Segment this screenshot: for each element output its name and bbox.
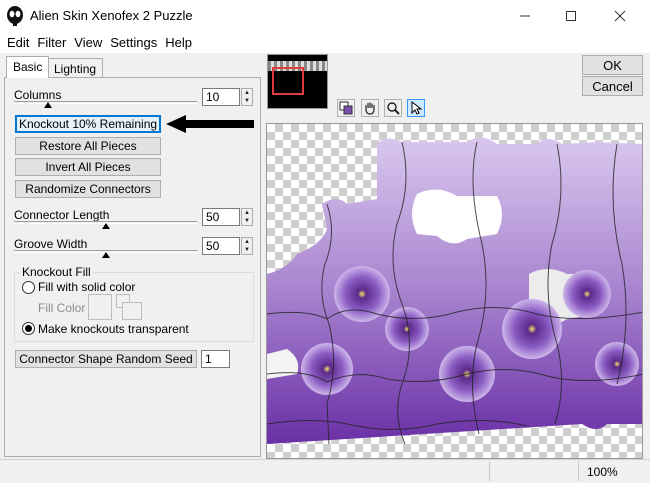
menu-edit[interactable]: Edit: [3, 35, 33, 50]
tab-basic[interactable]: Basic: [6, 56, 50, 78]
fill-solid-label[interactable]: Fill with solid color: [38, 280, 135, 294]
puzzle-preview-canvas[interactable]: [266, 123, 643, 459]
menu-filter[interactable]: Filter: [33, 35, 70, 50]
tab-lighting[interactable]: Lighting: [47, 58, 104, 78]
connector-length-input[interactable]: 50: [202, 208, 240, 226]
minimize-button[interactable]: [502, 0, 548, 32]
window-title: Alien Skin Xenofex 2 Puzzle: [30, 8, 193, 23]
connector-length-spinner[interactable]: ▲ ▼: [241, 208, 253, 226]
cancel-button[interactable]: Cancel: [582, 76, 643, 96]
ok-button[interactable]: OK: [582, 55, 643, 75]
minimize-icon: [520, 15, 530, 17]
alien-skin-logo-icon: [7, 6, 23, 26]
transparent-radio[interactable]: [22, 322, 35, 335]
connector-length-label: Connector Length: [14, 208, 110, 222]
status-divider-2: [578, 461, 579, 481]
preview-toggle-tool[interactable]: [337, 99, 355, 117]
thumbnail-navigator[interactable]: [267, 54, 328, 109]
groove-width-input[interactable]: 50: [202, 237, 240, 255]
title-bar: Alien Skin Xenofex 2 Puzzle: [0, 0, 650, 32]
columns-spinner[interactable]: ▲ ▼: [241, 88, 253, 106]
compare-icon: [339, 101, 353, 115]
status-divider: [489, 461, 490, 481]
random-seed-button[interactable]: Connector Shape Random Seed: [15, 350, 197, 368]
invert-all-button[interactable]: Invert All Pieces: [15, 158, 161, 176]
menu-help[interactable]: Help: [161, 35, 196, 50]
transparent-label[interactable]: Make knockouts transparent: [38, 322, 189, 336]
menu-settings[interactable]: Settings: [106, 35, 161, 50]
magnifier-icon: [387, 102, 400, 115]
columns-slider-track[interactable]: [14, 101, 197, 104]
viewport-rectangle[interactable]: [272, 67, 304, 95]
groove-width-spinner[interactable]: ▲ ▼: [241, 237, 253, 255]
connector-length-slider-thumb[interactable]: [102, 223, 110, 229]
zoom-level: 100%: [587, 465, 618, 479]
pointer-tool[interactable]: [407, 99, 425, 117]
hand-icon: [365, 102, 375, 115]
fill-color-swatch[interactable]: [88, 294, 112, 320]
columns-input[interactable]: 10: [202, 88, 240, 106]
knockout-fill-title: Knockout Fill: [20, 265, 93, 279]
groove-width-label: Groove Width: [14, 237, 88, 251]
status-bar: [0, 459, 650, 483]
menu-bar: Edit Filter View Settings Help: [0, 32, 650, 53]
fill-solid-radio[interactable]: [22, 281, 35, 294]
randomize-connectors-button[interactable]: Randomize Connectors: [15, 180, 161, 198]
fill-color-label: Fill Color: [38, 301, 86, 315]
knockout-button[interactable]: Knockout 10% Remaining: [15, 115, 161, 133]
groove-width-slider-thumb[interactable]: [102, 252, 110, 258]
maximize-icon: [566, 11, 576, 21]
menu-view[interactable]: View: [70, 35, 106, 50]
seed-input[interactable]: 1: [201, 350, 230, 368]
hand-tool[interactable]: [361, 99, 379, 117]
maximize-button[interactable]: [548, 0, 594, 32]
close-icon: [614, 10, 626, 22]
columns-slider-thumb[interactable]: [44, 102, 52, 108]
arrow-cursor-icon: [411, 101, 423, 115]
fill-color-picker-icon-back: [122, 302, 142, 320]
columns-label: Columns: [14, 88, 62, 102]
zoom-tool[interactable]: [384, 99, 402, 117]
arrow-pointer-icon: [166, 115, 254, 133]
puzzle-image: [267, 137, 642, 445]
restore-all-button[interactable]: Restore All Pieces: [15, 137, 161, 155]
close-button[interactable]: [597, 0, 643, 32]
